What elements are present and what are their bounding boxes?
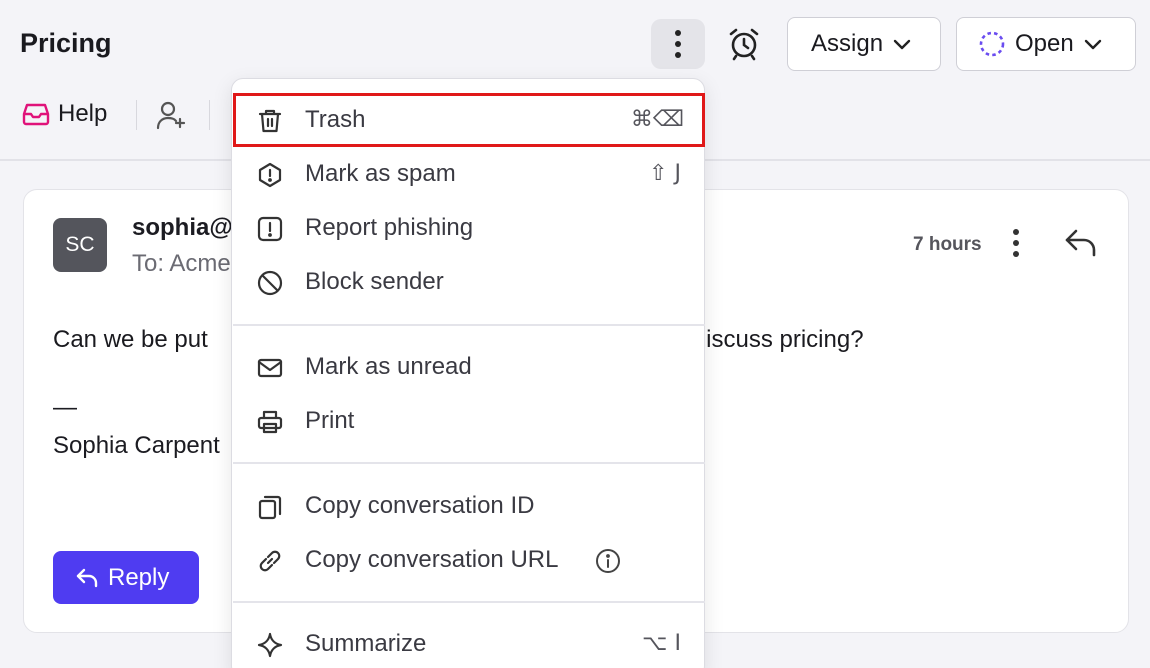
menu-item-print[interactable]: Print [233, 394, 705, 448]
menu-item-shortcut: ⇧ J [649, 161, 681, 186]
menu-item-label: Mark as unread [305, 353, 472, 380]
add-participant-button[interactable] [156, 100, 188, 130]
conversation-actions-menu: Trash ⌘⌫ Mark as spam ⇧ J Report phishin… [231, 78, 705, 668]
page-title: Pricing [20, 28, 112, 58]
assign-button[interactable]: Assign [787, 17, 941, 71]
copy-icon [258, 495, 282, 520]
alert-icon [257, 216, 283, 242]
vertical-dots-icon [1013, 229, 1019, 257]
sender-email[interactable]: sophia@ [132, 214, 233, 242]
chevron-down-icon [1084, 39, 1101, 50]
menu-divider [233, 324, 705, 326]
alarm-clock-icon [729, 28, 759, 61]
menu-item-trash[interactable]: Trash ⌘⌫ [233, 93, 705, 147]
trash-icon [258, 109, 282, 133]
inbox-label: Help [58, 100, 108, 127]
avatar: SC [53, 218, 107, 272]
menu-divider [233, 601, 705, 603]
block-icon [257, 270, 283, 296]
menu-item-label: Mark as spam [305, 160, 456, 187]
menu-item-label: Block sender [305, 268, 444, 295]
vertical-dots-icon [675, 30, 681, 58]
menu-item-label: Trash [305, 106, 366, 133]
message-timestamp: 7 hours [913, 234, 982, 255]
spam-icon [258, 162, 282, 188]
menu-item-shortcut: ⌘⌫ [630, 107, 684, 132]
divider [209, 100, 210, 130]
envelope-icon [257, 358, 283, 378]
menu-item-shortcut: ⌥ I [642, 631, 681, 656]
menu-item-report-phishing[interactable]: Report phishing [233, 201, 705, 255]
menu-divider [233, 462, 705, 464]
reply-button[interactable]: Reply [53, 551, 199, 604]
sparkle-icon [257, 632, 283, 658]
menu-item-label: Report phishing [305, 214, 474, 241]
menu-item-copy-id[interactable]: Copy conversation ID [233, 479, 705, 533]
menu-item-label: Print [305, 407, 355, 434]
signature-dash: — [53, 394, 77, 421]
info-icon[interactable] [595, 548, 621, 574]
recipient-line: To: Acme [132, 250, 231, 277]
status-button[interactable]: Open [956, 17, 1136, 71]
inbox-icon [22, 103, 50, 126]
reply-arrow-icon [76, 568, 98, 587]
menu-item-mark-spam[interactable]: Mark as spam ⇧ J [233, 147, 705, 201]
snooze-button[interactable] [720, 19, 768, 69]
message-body-start: Can we be put [53, 326, 208, 353]
menu-item-block-sender[interactable]: Block sender [233, 255, 705, 309]
menu-item-label: Copy conversation URL [305, 546, 559, 573]
message-more-button[interactable] [1012, 228, 1020, 258]
menu-item-mark-unread[interactable]: Mark as unread [233, 340, 705, 394]
link-icon [259, 550, 281, 572]
status-label: Open [1015, 30, 1074, 57]
assign-label: Assign [811, 30, 884, 57]
printer-icon [257, 410, 283, 434]
menu-item-label: Summarize [305, 630, 427, 657]
inbox-tag[interactable]: Help [22, 100, 107, 128]
open-status-icon [979, 31, 1005, 57]
signature-name: Sophia Carpent [53, 432, 220, 459]
add-user-icon [156, 101, 186, 130]
menu-item-summarize[interactable]: Summarize ⌥ I [233, 617, 705, 668]
divider [136, 100, 137, 130]
menu-item-label: Copy conversation ID [305, 492, 535, 519]
more-options-button[interactable] [651, 19, 705, 69]
message-reply-button[interactable] [1064, 228, 1098, 258]
reply-label: Reply [108, 563, 170, 591]
menu-item-copy-url[interactable]: Copy conversation URL [233, 533, 705, 587]
reply-arrow-icon [1065, 229, 1096, 257]
chevron-down-icon [893, 39, 911, 50]
